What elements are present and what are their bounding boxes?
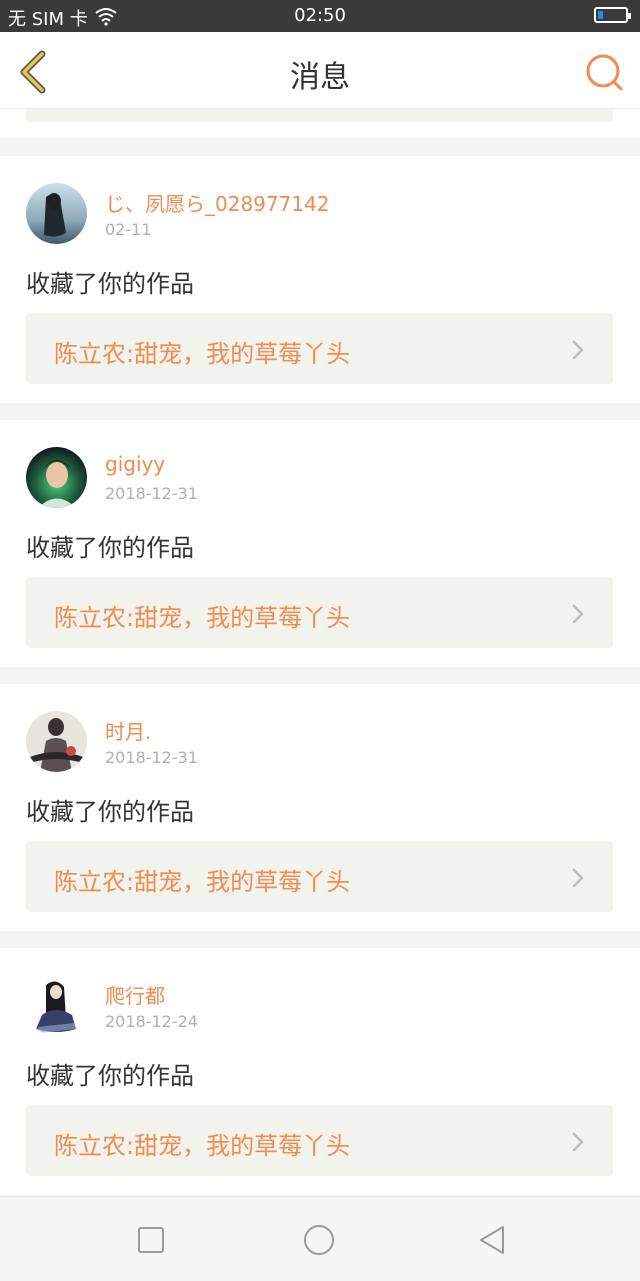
timestamp: 02-11 xyxy=(105,220,152,239)
status-bar: 无 SIM 卡 02:50 xyxy=(0,0,640,32)
previous-card-fragment xyxy=(0,109,640,138)
notification-card: 爬行都 2018-12-24 收藏了你的作品 陈立农:甜宠，我的草莓丫头 xyxy=(0,948,640,1195)
work-link[interactable]: 陈立农:甜宠，我的草莓丫头 xyxy=(26,1105,613,1176)
username[interactable]: 爬行都 xyxy=(105,980,165,1009)
chevron-right-icon xyxy=(572,340,584,360)
clock: 02:50 xyxy=(294,5,346,26)
battery-icon xyxy=(594,7,631,23)
username[interactable]: 时月. xyxy=(105,716,151,745)
search-icon[interactable] xyxy=(584,52,624,92)
chevron-right-icon xyxy=(572,604,584,624)
action-text: 收藏了你的作品 xyxy=(26,1062,194,1090)
system-nav-bar xyxy=(0,1196,640,1281)
avatar[interactable] xyxy=(26,183,87,244)
page-title: 消息 xyxy=(290,60,350,95)
avatar[interactable] xyxy=(26,711,87,772)
action-text: 收藏了你的作品 xyxy=(26,270,194,298)
username[interactable]: じ、夙愿ら_028977142 xyxy=(105,188,330,217)
action-text: 收藏了你的作品 xyxy=(26,534,194,562)
chevron-right-icon xyxy=(572,868,584,888)
work-title: 陈立农:甜宠，我的草莓丫头 xyxy=(54,340,351,368)
work-title: 陈立农:甜宠，我的草莓丫头 xyxy=(54,868,351,896)
work-link[interactable]: 陈立农:甜宠，我的草莓丫头 xyxy=(26,841,613,912)
timestamp: 2018-12-31 xyxy=(105,748,198,767)
square-icon[interactable] xyxy=(134,1223,168,1257)
action-text: 收藏了你的作品 xyxy=(26,798,194,826)
notification-card: gigiyy 2018-12-31 收藏了你的作品 陈立农:甜宠，我的草莓丫头 xyxy=(0,420,640,667)
work-link[interactable]: 陈立农:甜宠，我的草莓丫头 xyxy=(26,313,613,384)
notification-card: 时月. 2018-12-31 收藏了你的作品 陈立农:甜宠，我的草莓丫头 xyxy=(0,684,640,931)
message-list[interactable]: じ、夙愿ら_028977142 02-11 收藏了你的作品 陈立农:甜宠，我的草… xyxy=(0,109,640,1195)
timestamp: 2018-12-24 xyxy=(105,1012,198,1031)
top-app-bar: 消息 xyxy=(0,32,640,109)
username[interactable]: gigiyy xyxy=(105,452,165,476)
circle-icon[interactable] xyxy=(302,1223,336,1257)
timestamp: 2018-12-31 xyxy=(105,484,198,503)
avatar[interactable] xyxy=(26,447,87,508)
work-link[interactable]: 陈立农:甜宠，我的草莓丫头 xyxy=(26,577,613,648)
work-title: 陈立农:甜宠，我的草莓丫头 xyxy=(54,1132,351,1160)
triangle-back-icon[interactable] xyxy=(475,1223,509,1257)
notification-card: じ、夙愿ら_028977142 02-11 收藏了你的作品 陈立农:甜宠，我的草… xyxy=(0,156,640,403)
avatar[interactable] xyxy=(26,975,87,1036)
chevron-right-icon xyxy=(572,1132,584,1152)
work-title: 陈立农:甜宠，我的草莓丫头 xyxy=(54,604,351,632)
